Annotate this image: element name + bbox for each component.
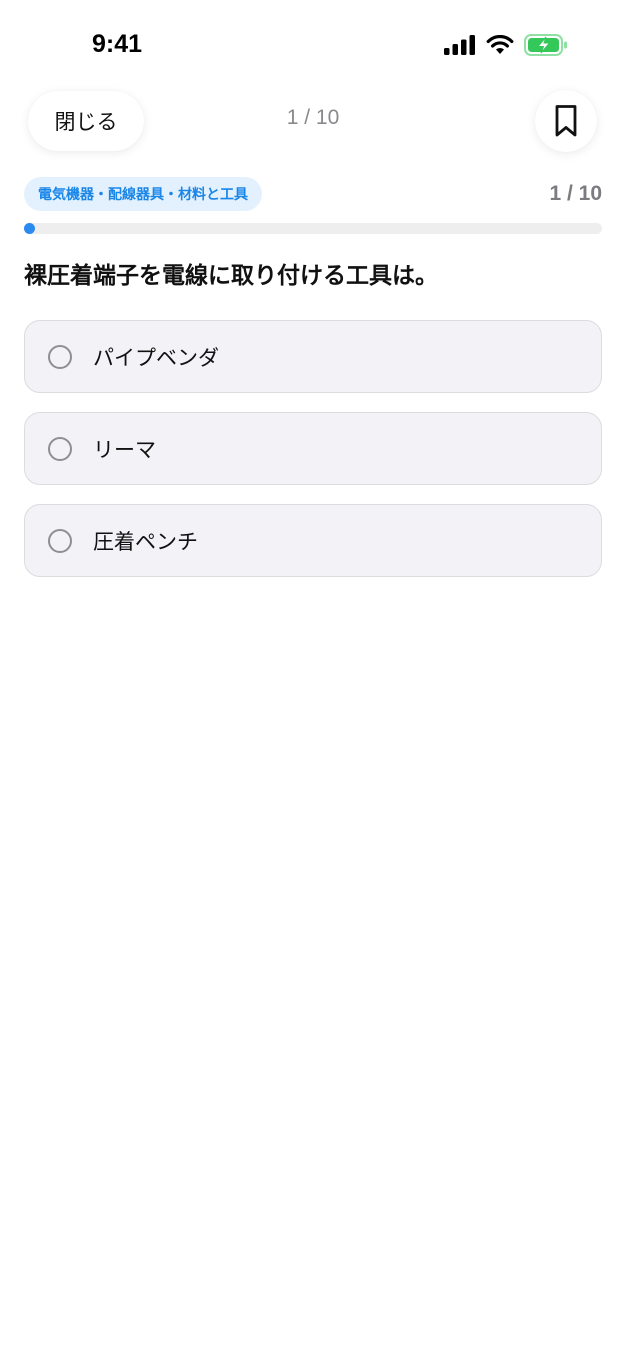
choice-list: パイプベンダ リーマ 圧着ペンチ — [24, 320, 602, 596]
choice-option[interactable]: 圧着ペンチ — [24, 504, 602, 577]
status-icons — [444, 34, 568, 56]
category-badge: 電気機器・配線器具・材料と工具 — [24, 177, 262, 211]
question-text: 裸圧着端子を電線に取り付ける工具は。 — [24, 263, 438, 289]
choice-option[interactable]: リーマ — [24, 412, 602, 485]
radio-icon[interactable] — [48, 436, 72, 461]
progress-fill — [24, 223, 35, 234]
close-button[interactable]: 閉じる — [28, 91, 144, 151]
progress-bar — [24, 223, 602, 234]
choice-option[interactable]: パイプベンダ — [24, 320, 602, 393]
battery-charging-icon — [524, 34, 567, 56]
radio-icon[interactable] — [48, 344, 72, 369]
choice-label: 圧着ペンチ — [93, 529, 198, 554]
status-bar: 9:41 — [0, 0, 626, 92]
status-time: 9:41 — [92, 30, 143, 58]
signal-icon — [444, 35, 475, 55]
quiz-screen: 9:41 閉じる 1 / 10 電気機器・配線器具・材料と工具 1 / 10 裸… — [0, 0, 626, 1360]
wifi-icon — [486, 35, 514, 54]
header-progress-text: 1 / 10 — [286, 106, 340, 129]
bookmark-button[interactable] — [535, 90, 597, 152]
bookmark-icon — [555, 105, 577, 137]
radio-icon[interactable] — [48, 528, 72, 553]
choice-label: パイプベンダ — [93, 345, 219, 370]
choice-label: リーマ — [93, 437, 156, 462]
close-button-label: 閉じる — [54, 110, 118, 134]
question-counter: 1 / 10 — [549, 182, 602, 205]
